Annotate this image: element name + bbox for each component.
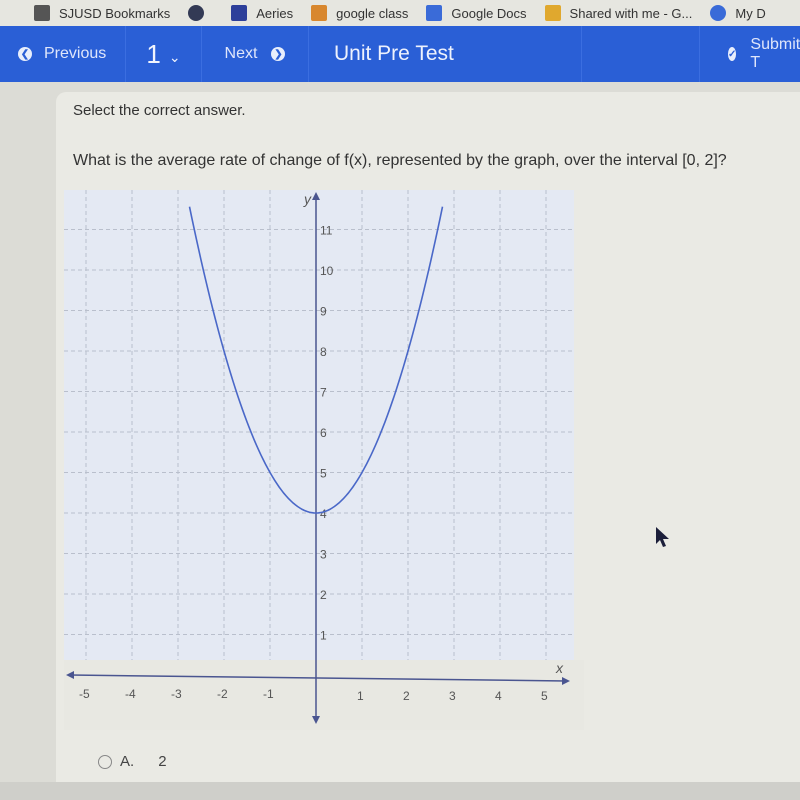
y-tick-label: 9 [320, 305, 327, 319]
y-tick-label: 2 [320, 588, 327, 602]
axis-area [64, 660, 584, 730]
arrow-left-circle-icon: ❮ [18, 47, 32, 61]
y-tick-label: 7 [320, 386, 327, 400]
arrow-right-circle-icon: ❯ [271, 47, 286, 61]
plot-background [64, 190, 574, 660]
play-circle-icon [710, 5, 727, 21]
bookmark-3[interactable]: google class [311, 5, 408, 21]
bookmarks-bar: SJUSD Bookmarks Aeries google class Google … [0, 0, 800, 26]
y-axis-label: y [303, 191, 312, 207]
submit-label: Submit T [750, 36, 800, 71]
aeries-logo-icon [231, 5, 248, 21]
previous-label: Previous [44, 45, 107, 62]
x-tick-label: -3 [171, 687, 182, 701]
x-tick-label: 3 [449, 689, 456, 703]
x-tick-label: -2 [217, 687, 228, 701]
bookmark-label: SJUSD Bookmarks [59, 5, 171, 21]
y-tick-label: 3 [320, 548, 327, 562]
function-graph: -5 -4 -3 -2 -1 1 2 3 4 5 1 2 3 4 5 6 7 8 9 10 11 y x [64, 190, 584, 730]
y-tick-label: 10 [320, 264, 334, 278]
y-tick-label: 1 [320, 629, 327, 643]
bookmark-label: Shared with me - G... [569, 5, 693, 21]
x-tick-label: 2 [403, 689, 410, 703]
bookmark-label: My D [735, 5, 766, 21]
bookmark-6[interactable]: My D [710, 5, 766, 21]
docs-icon [426, 5, 443, 21]
y-tick-label: 11 [320, 224, 333, 238]
y-tick-label: 4 [320, 507, 327, 521]
previous-button[interactable]: ❮ Previous [0, 26, 126, 82]
folder-icon [34, 5, 50, 21]
x-tick-label: -5 [79, 687, 90, 701]
y-tick-label: 8 [320, 345, 327, 359]
drive-icon [544, 5, 561, 21]
classroom-icon [311, 5, 328, 21]
bottom-edge [0, 782, 800, 800]
y-tick-label: 6 [320, 426, 327, 440]
next-button[interactable]: Next ❯ [202, 26, 309, 82]
test-toolbar: ❮ Previous 1 ⌄ Next ❯ Unit Pre Test ✓ Su… [0, 26, 800, 82]
question-number-dropdown[interactable]: 1 ⌄ [126, 26, 202, 82]
x-axis-label: x [555, 660, 564, 676]
bookmark-0[interactable]: SJUSD Bookmarks [34, 5, 170, 21]
y-tick-label: 5 [320, 467, 327, 481]
chevron-down-icon: ⌄ [168, 48, 181, 65]
globe-icon [188, 5, 205, 21]
bookmark-1[interactable] [188, 5, 213, 21]
check-circle-icon: ✓ [728, 47, 737, 61]
choice-value: 2 [158, 753, 167, 770]
bookmark-4[interactable]: Google Docs [426, 5, 527, 21]
bookmark-label: Google Docs [451, 5, 527, 21]
x-tick-label: -4 [125, 687, 136, 701]
test-title: Unit Pre Test [309, 26, 582, 82]
question-number: 1 [146, 38, 161, 69]
bookmark-2[interactable]: Aeries [231, 5, 293, 21]
bookmark-label: Aeries [256, 5, 294, 21]
next-label: Next [224, 45, 258, 62]
choice-letter: A. [120, 753, 135, 770]
x-tick-label: 5 [541, 689, 548, 703]
x-tick-label: 1 [357, 689, 364, 703]
mouse-cursor-icon [656, 527, 669, 547]
instruction-text: Select the correct answer. [73, 102, 246, 119]
x-tick-label: 4 [495, 689, 502, 703]
bookmark-label: google class [336, 5, 409, 21]
question-text: What is the average rate of change of f(… [73, 152, 727, 169]
x-tick-label: -1 [263, 687, 274, 701]
choice-a[interactable]: A. 2 [98, 753, 167, 770]
submit-button[interactable]: ✓ Submit T [699, 26, 800, 82]
bookmark-5[interactable]: Shared with me - G... [544, 5, 693, 21]
radio-button[interactable] [98, 754, 112, 769]
